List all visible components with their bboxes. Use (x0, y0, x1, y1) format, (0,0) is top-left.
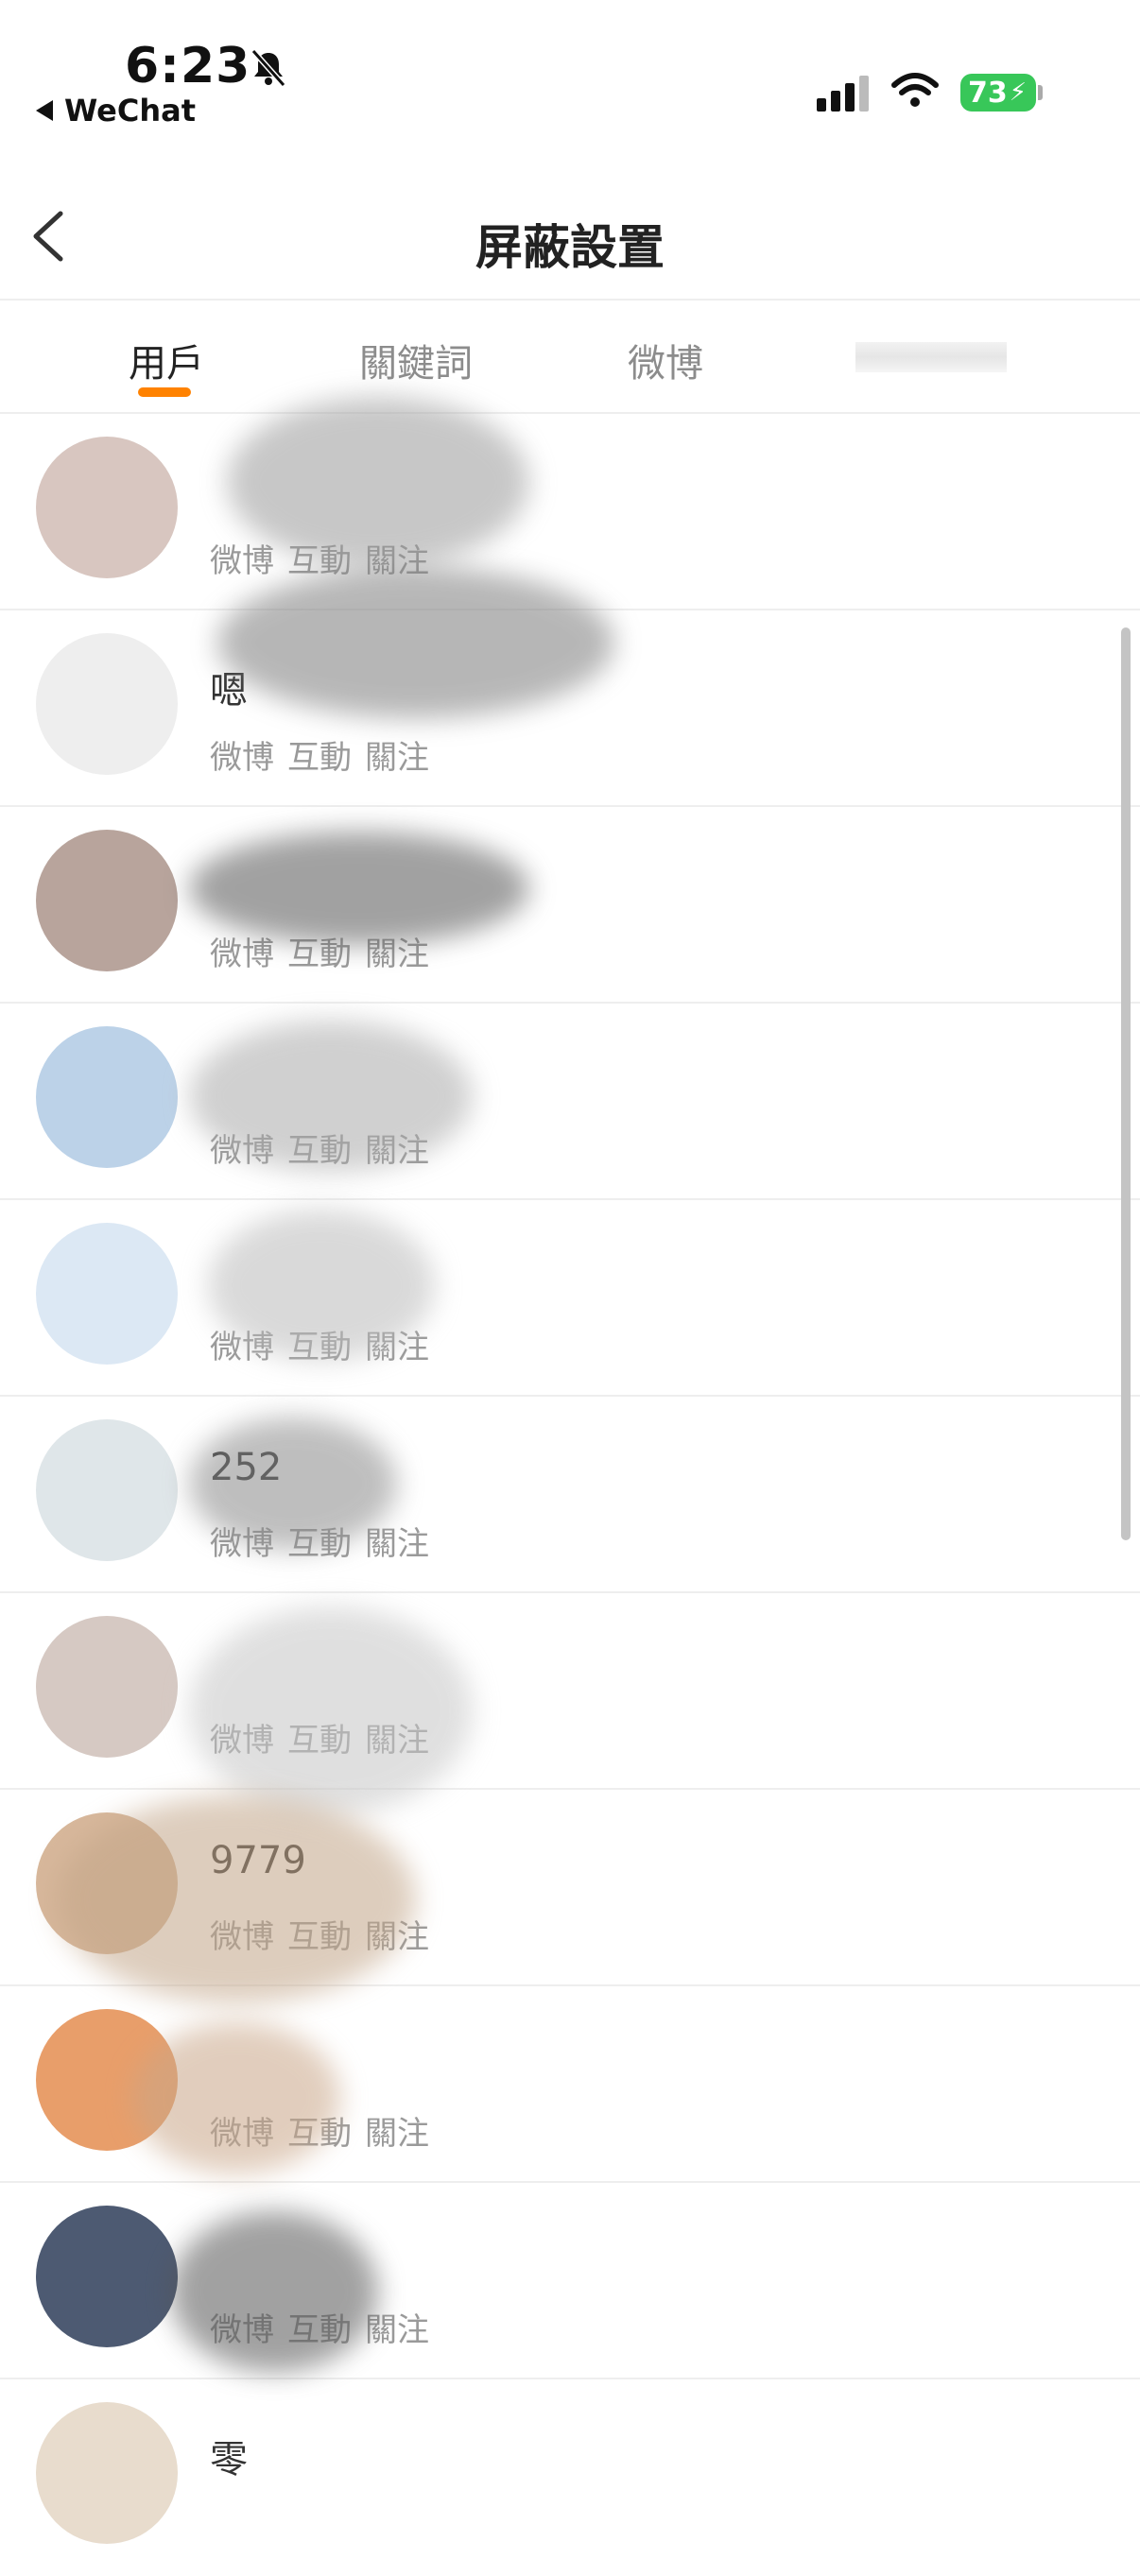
avatar (36, 2402, 178, 2544)
blocked-user-list: 微博 互動 關注 嗯 微博 互動 關注 微博 互動 關注 微博 互動 關注 (0, 414, 1140, 2576)
user-name: 零 (210, 2438, 248, 2482)
page-title: 屏蔽設置 (475, 220, 665, 275)
avatar (36, 437, 178, 578)
back-to-app-label: WeChat (64, 93, 197, 129)
meta-weibo: 微博 (210, 542, 274, 580)
tab-weibo[interactable]: 微博 (628, 333, 703, 387)
charging-bolt-icon: ⚡ (1009, 78, 1028, 107)
avatar (36, 633, 178, 775)
nav-bar: 屏蔽設置 (0, 170, 1140, 301)
list-item[interactable]: 微博 互動 關注 (0, 1200, 1140, 1397)
avatar (36, 1616, 178, 1758)
list-item[interactable]: 微博 互動 關注 (0, 1004, 1140, 1200)
meta-weibo: 微博 (210, 739, 274, 777)
back-to-app-button[interactable]: WeChat (36, 93, 196, 129)
battery-level: 73 (968, 76, 1008, 110)
battery-indicator: 73 ⚡ (960, 74, 1036, 112)
bell-slash-icon (250, 49, 286, 87)
list-item[interactable]: 微博 互動 關注 (0, 807, 1140, 1004)
avatar (36, 830, 178, 971)
battery-cap (1038, 85, 1043, 100)
wifi-icon (891, 73, 939, 107)
avatar (36, 2206, 178, 2347)
avatar (36, 1026, 178, 1168)
avatar (36, 1223, 178, 1365)
scrollbar[interactable] (1121, 627, 1131, 1540)
status-time: 6:23 (125, 38, 251, 94)
status-bar: 6:23 WeChat 73 ⚡ (0, 0, 1140, 161)
avatar (36, 1419, 178, 1561)
user-meta: 微博 互動 關注 (210, 731, 429, 778)
meta-follow: 關注 (365, 2115, 429, 2153)
meta-follow: 關注 (365, 739, 429, 777)
list-item[interactable]: 微博 互動 關注 (0, 414, 1140, 610)
tab-extra[interactable] (855, 342, 1007, 372)
tab-keywords[interactable]: 關鍵詞 (359, 333, 473, 387)
list-item[interactable]: 252 微博 互動 關注 (0, 1397, 1140, 1593)
cellular-signal-icon (817, 76, 869, 112)
tab-active-indicator (138, 387, 191, 397)
list-item[interactable]: 微博 互動 關注 (0, 1593, 1140, 1790)
back-triangle-icon (36, 100, 53, 121)
meta-interact: 互動 (287, 739, 352, 777)
tab-users[interactable]: 用戶 (129, 333, 204, 387)
list-item[interactable]: 零 (0, 2379, 1140, 2576)
